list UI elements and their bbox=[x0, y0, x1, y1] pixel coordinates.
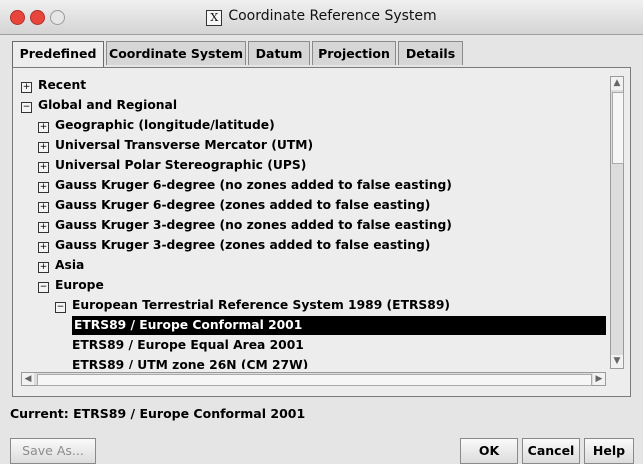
tree-node[interactable]: + Geographic (longitude/latitude) bbox=[38, 116, 275, 135]
help-button[interactable]: Help bbox=[584, 438, 634, 464]
tree-node[interactable]: + Gauss Kruger 6-degree (zones added to f… bbox=[38, 196, 430, 215]
tree-node[interactable]: + Asia bbox=[38, 256, 84, 275]
scroll-up-arrow-icon[interactable]: ▲ bbox=[611, 77, 623, 90]
save-as-button[interactable]: Save As... bbox=[10, 438, 96, 464]
dialog-content: Predefined Coordinate System Datum Proje… bbox=[0, 35, 643, 464]
tree-node[interactable]: + Gauss Kruger 3-degree (no zones added t… bbox=[38, 216, 452, 235]
window-title: X Coordinate Reference System bbox=[0, 8, 643, 26]
tree-node[interactable]: ETRS89 / UTM zone 26N (CM 27W) bbox=[72, 356, 308, 369]
scroll-left-arrow-icon[interactable]: ◀ bbox=[22, 373, 34, 385]
tree-node[interactable]: − Global and Regional bbox=[21, 96, 177, 115]
current-crs-label: Current: ETRS89 / Europe Conformal 2001 bbox=[10, 406, 306, 421]
expand-icon[interactable]: + bbox=[38, 202, 49, 213]
tree-node[interactable]: + Recent bbox=[21, 76, 86, 95]
tree-node-label: Geographic (longitude/latitude) bbox=[55, 118, 275, 132]
scroll-right-arrow-icon[interactable]: ▶ bbox=[593, 373, 605, 385]
tab-details[interactable]: Details bbox=[398, 41, 463, 65]
collapse-icon[interactable]: − bbox=[38, 282, 49, 293]
collapse-icon[interactable]: − bbox=[21, 102, 32, 113]
expand-icon[interactable]: + bbox=[21, 82, 32, 93]
ok-button[interactable]: OK bbox=[460, 438, 518, 464]
tree-node-label: Europe bbox=[55, 278, 104, 292]
crs-tree[interactable]: + Recent − Global and Regional + Geographic (… bbox=[21, 76, 606, 369]
collapse-icon[interactable]: − bbox=[55, 302, 66, 313]
tree-node-label: Universal Polar Stereographic (UPS) bbox=[55, 158, 307, 172]
expand-icon[interactable]: + bbox=[38, 142, 49, 153]
cancel-button[interactable]: Cancel bbox=[522, 438, 580, 464]
scroll-down-arrow-icon[interactable]: ▼ bbox=[611, 355, 623, 368]
expand-icon[interactable]: + bbox=[38, 182, 49, 193]
tab-coordinate-system[interactable]: Coordinate System bbox=[106, 41, 246, 65]
tab-datum[interactable]: Datum bbox=[248, 41, 310, 65]
tree-node-label: Global and Regional bbox=[38, 98, 178, 112]
expand-icon[interactable]: + bbox=[38, 242, 49, 253]
vertical-scroll-thumb[interactable] bbox=[612, 92, 624, 164]
window-title-text: Coordinate Reference System bbox=[228, 8, 437, 24]
tree-node[interactable]: + Universal Polar Stereographic (UPS) bbox=[38, 156, 306, 175]
tree-node[interactable]: + Gauss Kruger 3-degree (zones added to f… bbox=[38, 236, 430, 255]
crs-dialog-window: X Coordinate Reference System Predefined … bbox=[0, 0, 643, 464]
tree-node-label: European Terrestrial Reference System 19… bbox=[72, 298, 451, 312]
tree-node[interactable]: − European Terrestrial Reference System 1… bbox=[55, 296, 450, 315]
tree-node-label: ETRS89 / UTM zone 26N (CM 27W) bbox=[72, 358, 309, 369]
tree-node-label: Gauss Kruger 3-degree (no zones added to… bbox=[55, 218, 452, 232]
tree-node-label: ETRS89 / Europe Equal Area 2001 bbox=[72, 338, 304, 352]
tree-node-label: Universal Transverse Mercator (UTM) bbox=[55, 138, 314, 152]
tab-predefined[interactable]: Predefined bbox=[12, 41, 104, 68]
expand-icon[interactable]: + bbox=[38, 262, 49, 273]
tree-node[interactable]: ETRS89 / Europe Equal Area 2001 bbox=[72, 336, 304, 355]
tree-node-label: Gauss Kruger 6-degree (no zones added to… bbox=[55, 178, 452, 192]
tree-node-label: Recent bbox=[38, 78, 87, 92]
tree-node-label: ETRS89 / Europe Conformal 2001 bbox=[74, 318, 303, 332]
vertical-scrollbar[interactable]: ▲ ▼ bbox=[610, 76, 624, 369]
horizontal-scrollbar[interactable]: ◀ ▶ bbox=[21, 372, 606, 386]
expand-icon[interactable]: + bbox=[38, 162, 49, 173]
tree-node-label: Gauss Kruger 6-degree (zones added to fa… bbox=[55, 198, 431, 212]
expand-icon[interactable]: + bbox=[38, 222, 49, 233]
title-bar[interactable]: X Coordinate Reference System bbox=[0, 0, 643, 35]
predefined-panel: + Recent − Global and Regional + Geographic (… bbox=[12, 67, 631, 397]
tree-node[interactable]: + Gauss Kruger 6-degree (no zones added t… bbox=[38, 176, 452, 195]
tree-node-label: Gauss Kruger 3-degree (zones added to fa… bbox=[55, 238, 431, 252]
tree-node[interactable]: − Europe bbox=[38, 276, 104, 295]
tree-node-label: Asia bbox=[55, 258, 85, 272]
tab-projection[interactable]: Projection bbox=[312, 41, 396, 65]
tree-node[interactable]: + Universal Transverse Mercator (UTM) bbox=[38, 136, 313, 155]
tree-node[interactable]: ETRS89 / Europe Conformal 2001 bbox=[72, 316, 606, 335]
expand-icon[interactable]: + bbox=[38, 122, 49, 133]
x11-icon: X bbox=[206, 10, 223, 26]
horizontal-scroll-thumb[interactable] bbox=[37, 374, 592, 386]
